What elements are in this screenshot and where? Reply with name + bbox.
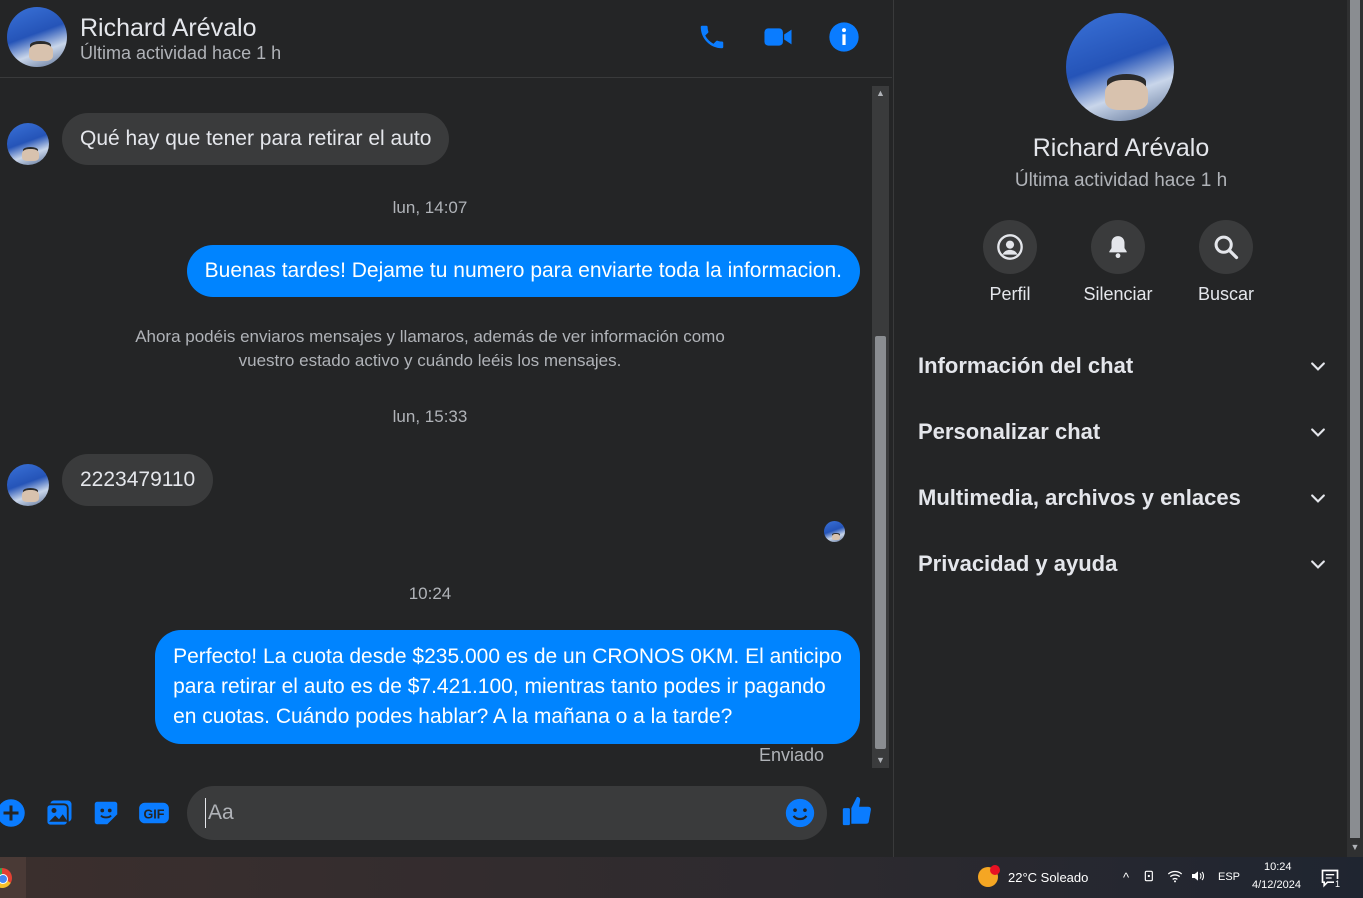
window-scrollbar[interactable]: ▼ bbox=[1347, 0, 1363, 857]
mute-action[interactable]: Silenciar bbox=[1073, 220, 1163, 305]
section-title: Multimedia, archivos y enlaces bbox=[918, 485, 1241, 510]
composer-bar: GIF bbox=[0, 770, 892, 857]
contact-avatar[interactable] bbox=[7, 7, 67, 67]
window-scroll-thumb[interactable] bbox=[1350, 0, 1360, 838]
search-action[interactable]: Buscar bbox=[1181, 220, 1271, 305]
message-line: Perfecto! La cuota desde $235.000 es de … bbox=[173, 645, 842, 668]
contact-status: Última actividad hace 1 h bbox=[80, 43, 282, 63]
svg-text:GIF: GIF bbox=[144, 808, 165, 822]
wifi-icon[interactable] bbox=[1166, 869, 1184, 887]
info-contact-status: Última actividad hace 1 h bbox=[1014, 170, 1228, 191]
section-title: Privacidad y ayuda bbox=[918, 551, 1118, 576]
notification-count: 1 bbox=[1334, 879, 1342, 889]
system-notice-line: Ahora podéis enviaros mensajes y llamaro… bbox=[135, 327, 725, 346]
chrome-icon bbox=[0, 868, 12, 888]
search-action-label: Buscar bbox=[1197, 284, 1255, 304]
message-list: Qué hay que tener para retirar el auto l… bbox=[0, 79, 872, 769]
incoming-message[interactable]: 2223479110 bbox=[62, 454, 214, 506]
message-line: en cuotas. Cuándo podes hablar? A la mañ… bbox=[173, 705, 733, 728]
phone-icon[interactable] bbox=[695, 20, 729, 54]
search-icon[interactable] bbox=[1199, 220, 1253, 274]
timestamp: 10:24 bbox=[408, 584, 452, 603]
chat-header: Richard Arévalo Última actividad hace 1 … bbox=[0, 0, 892, 78]
clock-date[interactable]: 4/12/2024 bbox=[1252, 879, 1301, 891]
sent-status: Enviado bbox=[758, 745, 824, 765]
timestamp: lun, 14:07 bbox=[392, 198, 468, 217]
chevron-down-icon bbox=[1311, 362, 1325, 371]
contact-avatar-large[interactable] bbox=[1066, 13, 1174, 121]
weather-alert-badge bbox=[990, 865, 1000, 875]
scroll-down-arrow-icon[interactable]: ▼ bbox=[1347, 842, 1363, 852]
scroll-up-arrow-icon[interactable]: ▲ bbox=[872, 86, 889, 100]
section-media-files-links[interactable]: Multimedia, archivos y enlaces bbox=[918, 478, 1328, 518]
info-contact-name: Richard Arévalo bbox=[1032, 134, 1210, 162]
speaker-icon[interactable] bbox=[1189, 869, 1207, 887]
gif-icon[interactable]: GIF bbox=[137, 796, 171, 830]
outgoing-message[interactable]: Perfecto! La cuota desde $235.000 es de … bbox=[155, 630, 860, 744]
outgoing-message[interactable]: Buenas tardes! Dejame tu numero para env… bbox=[186, 245, 860, 297]
timestamp: lun, 15:33 bbox=[392, 407, 468, 426]
chat-scroll-thumb[interactable] bbox=[875, 336, 886, 749]
message-line: para retirar el auto es de $7.421.100, m… bbox=[173, 675, 826, 698]
messenger-window: Richard Arévalo Última actividad hace 1 … bbox=[0, 0, 1363, 857]
chat-pane: Richard Arévalo Última actividad hace 1 … bbox=[0, 0, 892, 857]
chat-info-panel: Richard Arévalo Última actividad hace 1 … bbox=[893, 0, 1347, 857]
read-receipt-avatar bbox=[824, 521, 845, 542]
system-notice: Ahora podéis enviaros mensajes y llamaro… bbox=[0, 325, 860, 373]
system-notice-line: vuestro estado activo y cuándo leéis los… bbox=[238, 351, 622, 370]
chrome-taskbar-button[interactable] bbox=[0, 857, 26, 898]
emoji-icon[interactable] bbox=[783, 796, 817, 830]
contact-name[interactable]: Richard Arévalo bbox=[80, 14, 256, 43]
plus-icon[interactable] bbox=[0, 796, 28, 830]
contact-avatar-small[interactable] bbox=[7, 464, 49, 506]
section-title: Información del chat bbox=[918, 353, 1134, 378]
incoming-message[interactable]: Qué hay que tener para retirar el auto bbox=[62, 113, 450, 165]
contact-avatar-small[interactable] bbox=[7, 123, 49, 165]
photo-icon[interactable] bbox=[42, 796, 76, 830]
clock-time[interactable]: 10:24 bbox=[1264, 861, 1292, 873]
meet-now-icon[interactable] bbox=[1141, 869, 1159, 887]
chevron-down-icon bbox=[1311, 560, 1325, 569]
bell-icon[interactable] bbox=[1091, 220, 1145, 274]
weather-text[interactable]: 22°C Soleado bbox=[1008, 870, 1088, 885]
section-customize-chat[interactable]: Personalizar chat bbox=[918, 412, 1328, 452]
section-title: Personalizar chat bbox=[918, 419, 1101, 444]
chevron-down-icon bbox=[1311, 428, 1325, 437]
section-privacy-help[interactable]: Privacidad y ayuda bbox=[918, 544, 1328, 584]
profile-icon[interactable] bbox=[983, 220, 1037, 274]
chevron-down-icon bbox=[1311, 494, 1325, 503]
profile-action[interactable]: Perfil bbox=[965, 220, 1055, 305]
scroll-down-arrow-icon[interactable]: ▼ bbox=[872, 753, 889, 767]
mute-action-label: Silenciar bbox=[1083, 284, 1153, 304]
section-chat-info[interactable]: Información del chat bbox=[918, 346, 1328, 386]
info-icon[interactable] bbox=[827, 20, 861, 54]
like-icon[interactable] bbox=[840, 794, 874, 828]
profile-action-label: Perfil bbox=[989, 284, 1031, 304]
windows-taskbar: 22°C Soleado ^ ESP 10:24 4/12/2024 1 bbox=[0, 857, 1363, 898]
message-input[interactable] bbox=[205, 798, 765, 828]
sticker-icon[interactable] bbox=[89, 796, 123, 830]
video-camera-icon[interactable] bbox=[761, 20, 795, 54]
language-indicator[interactable]: ESP bbox=[1218, 871, 1240, 883]
chevron-up-icon[interactable]: ^ bbox=[1117, 869, 1135, 887]
message-input-box[interactable] bbox=[187, 786, 827, 840]
